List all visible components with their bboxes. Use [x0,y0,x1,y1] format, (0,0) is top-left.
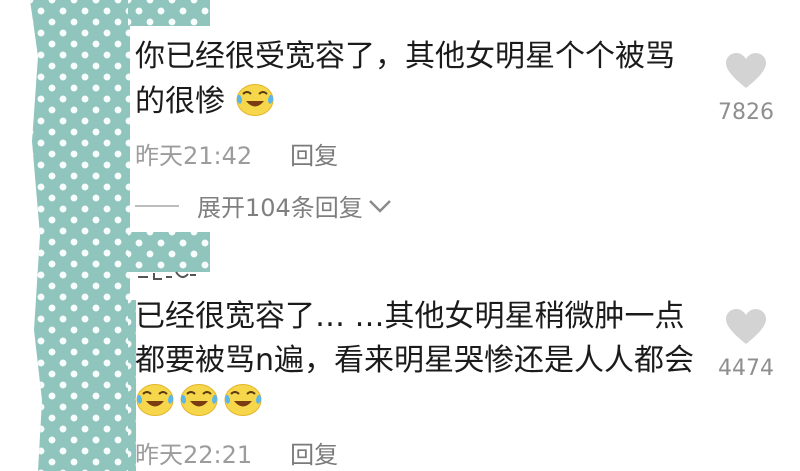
comment-text-fragment: 的很惨 [135,84,225,119]
chevron-down-icon [368,199,391,213]
divider-line [135,204,179,207]
username-obscured [136,262,198,287]
like-button[interactable]: 4474 [706,308,786,381]
like-count: 7826 [718,100,774,125]
comment-timestamp: 昨天21:42 [135,142,253,170]
expand-replies-label: 展开104条回复 [197,194,363,222]
heart-icon [726,53,766,88]
comment-timestamp: 昨天22:21 [135,441,253,469]
reply-button[interactable]: 回复 [290,142,338,170]
comment-meta: 昨天21:42 回复 [135,136,338,171]
comment-text-line: 你已经很受宽容了，其他女明星个个被骂 [135,39,675,74]
emoji-row [135,381,267,417]
reply-button[interactable]: 回复 [290,441,338,469]
comment-text-line: 的很惨 [135,78,279,125]
comment-text-line: 都要被骂n遍，看来明星哭惨还是人人都会 [135,343,695,378]
obscured-username-graphic [138,271,196,280]
crying-laughing-emoji-icon [180,384,218,416]
like-button[interactable]: 7826 [706,52,786,125]
crying-laughing-emoji-icon [224,384,262,416]
comment-meta: 昨天22:21 回复 [135,435,338,470]
privacy-mask [128,0,210,26]
heart-icon [726,309,766,344]
expand-replies-button[interactable]: 展开104条回复 [135,188,393,223]
like-count: 4474 [718,356,774,381]
crying-laughing-emoji-icon [136,384,174,416]
crying-laughing-emoji-icon [236,84,274,116]
privacy-mask [30,0,130,471]
comment-text-line: 已经很宽容了… …其他女明星稍微肿一点 [135,299,685,334]
